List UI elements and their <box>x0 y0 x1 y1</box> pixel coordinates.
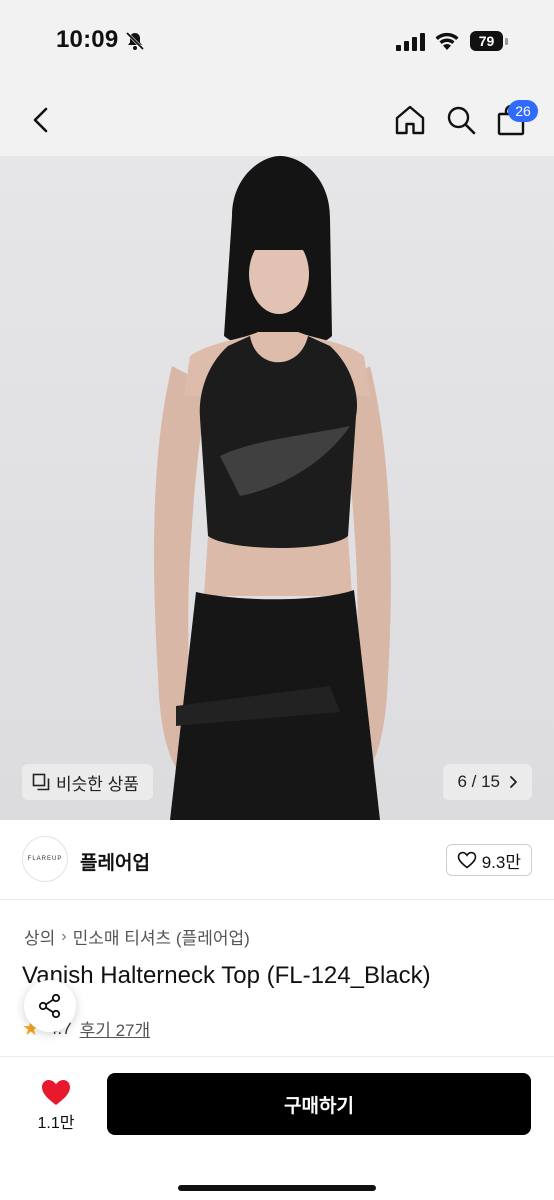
cart-count-badge: 26 <box>508 100 538 122</box>
status-bar: 10:09 79 <box>0 0 554 84</box>
bottom-action-bar: 1.1만 구매하기 <box>0 1056 554 1200</box>
wish-count: 1.1만 <box>37 1115 75 1132</box>
breadcrumb-item-category[interactable]: 상의 <box>24 924 55 949</box>
bell-muted-icon <box>125 31 145 51</box>
chevron-right-icon: › <box>61 927 67 945</box>
product-image-carousel[interactable]: 비슷한 상품 6 / 15 <box>0 156 554 820</box>
image-page-counter[interactable]: 6 / 15 <box>443 764 532 800</box>
product-title: Vanish Halterneck Top (FL-124_Black) <box>22 962 431 989</box>
brand-logo[interactable]: FLAREUP <box>22 836 68 882</box>
similar-products-button[interactable]: 비슷한 상품 <box>22 764 153 800</box>
share-button[interactable] <box>24 980 76 1032</box>
wifi-icon <box>435 32 459 50</box>
search-icon[interactable] <box>445 104 477 136</box>
top-navigation <box>0 84 554 156</box>
breadcrumb: 상의 › 민소매 티셔츠 (플레어업) <box>24 924 250 949</box>
brand-like-count: 9.3만 <box>481 852 521 872</box>
battery-level: 79 <box>470 31 503 51</box>
home-icon[interactable] <box>394 104 426 136</box>
brand-row: FLAREUP 플레어업 9.3만 <box>0 820 554 900</box>
chevron-left-icon[interactable] <box>26 102 56 138</box>
brand-like-button[interactable]: 9.3만 <box>445 844 532 876</box>
share-icon <box>38 993 61 1019</box>
status-time: 10:09 <box>56 26 119 53</box>
chevron-right-icon <box>510 776 517 788</box>
similar-products-label: 비슷한 상품 <box>56 774 139 794</box>
heart-outline-icon <box>457 851 477 869</box>
product-photo <box>153 156 391 820</box>
brand-name[interactable]: 플레어업 <box>80 848 150 875</box>
battery-icon: 79 <box>470 31 508 51</box>
home-indicator <box>178 1185 376 1191</box>
reviews-link[interactable]: 후기 27개 <box>80 1016 151 1041</box>
cellular-signal-icon <box>396 33 425 51</box>
buy-button[interactable]: 구매하기 <box>107 1073 531 1135</box>
heart-filled-icon[interactable] <box>40 1077 72 1107</box>
page-counter-label: 6 / 15 <box>457 772 500 791</box>
breadcrumb-item-subcategory[interactable]: 민소매 티셔츠 (플레어업) <box>73 924 250 949</box>
similar-items-icon <box>32 773 50 791</box>
